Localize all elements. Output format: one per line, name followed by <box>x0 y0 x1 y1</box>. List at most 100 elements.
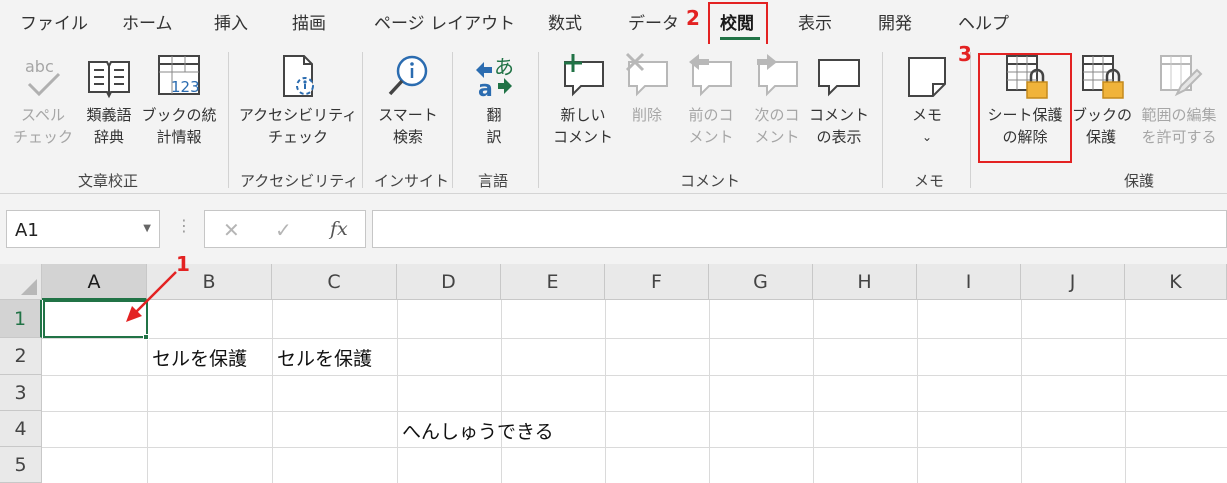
enter-icon[interactable]: ✓ <box>275 218 292 242</box>
spelling-button[interactable]: abc スペル チェック <box>12 52 74 148</box>
column-header-f[interactable]: F <box>605 264 709 300</box>
tab-data[interactable]: データ <box>628 9 679 34</box>
cell-d4[interactable]: へんしゅうできる <box>402 417 554 444</box>
gridline <box>501 300 502 483</box>
protect-workbook-label-1: ブックの <box>1072 106 1133 124</box>
workbook-statistics-button[interactable]: 123 ブックの統 計情報 <box>140 52 218 148</box>
previous-comment-button[interactable]: 前のコ メント <box>680 52 742 148</box>
menu-bar: ファイル ホーム 挿入 描画 ページ レイアウト 数式 データ 校閲 表示 開発… <box>0 0 1227 44</box>
protect-workbook-label-2: 保護 <box>1085 128 1116 146</box>
group-separator <box>970 52 971 188</box>
column-header-i[interactable]: I <box>917 264 1021 300</box>
accessibility-label-2: チェック <box>267 128 328 146</box>
fill-handle[interactable] <box>143 334 149 340</box>
gridline <box>42 447 1227 448</box>
group-separator <box>362 52 363 188</box>
translate-label-2: 訳 <box>486 128 502 146</box>
tab-file[interactable]: ファイル <box>20 9 88 34</box>
smart-lookup-icon <box>388 55 428 96</box>
group-label-insights: インサイト <box>374 172 450 190</box>
select-all-button[interactable] <box>0 264 42 300</box>
column-header-j[interactable]: J <box>1021 264 1125 300</box>
tab-home[interactable]: ホーム <box>122 9 173 34</box>
row-header-5[interactable]: 5 <box>0 447 42 483</box>
group-separator <box>452 52 453 188</box>
group-separator <box>882 52 883 188</box>
cancel-icon[interactable]: ✕ <box>223 218 240 242</box>
gridline <box>1021 300 1022 483</box>
next-comment-button[interactable]: 次のコ メント <box>746 52 808 148</box>
tab-view[interactable]: 表示 <box>798 9 832 34</box>
smart-lookup-button[interactable]: スマート 検索 <box>370 52 446 148</box>
column-header-d[interactable]: D <box>397 264 501 300</box>
gridline <box>397 300 398 483</box>
allow-edit-ranges-button[interactable]: 範囲の編集 を許可する <box>1134 52 1224 148</box>
smart-lookup-label-2: 検索 <box>392 128 423 146</box>
group-label-proofing: 文章校正 <box>78 172 139 190</box>
previous-comment-label-2: メント <box>688 128 734 146</box>
show-comments-button[interactable]: コメント の表示 <box>808 52 870 148</box>
column-header-e[interactable]: E <box>501 264 605 300</box>
tab-help[interactable]: ヘルプ <box>958 9 1009 34</box>
gridline <box>917 300 918 483</box>
new-comment-icon <box>564 54 604 97</box>
gridline <box>1125 300 1126 483</box>
smart-lookup-label-1: スマート <box>378 106 438 124</box>
delete-label: 削除 <box>631 106 662 124</box>
row-header-3[interactable]: 3 <box>0 375 42 411</box>
column-header-k[interactable]: K <box>1125 264 1227 300</box>
translate-button[interactable]: あ a 翻 訳 <box>462 52 526 148</box>
translate-label-1: 翻 <box>486 106 502 124</box>
group-separator <box>228 52 229 188</box>
cell-b2[interactable]: セルを保護 <box>152 344 247 371</box>
gridline <box>272 300 273 483</box>
show-comments-label-2: の表示 <box>816 128 862 146</box>
tab-developer[interactable]: 開発 <box>878 9 912 34</box>
row-header-4[interactable]: 4 <box>0 411 42 447</box>
row-header-1[interactable]: 1 <box>0 300 42 338</box>
new-comment-button[interactable]: 新しい コメント <box>548 52 618 148</box>
chevron-down-icon[interactable]: ▼ <box>143 223 151 234</box>
allow-edit-ranges-label-1: 範囲の編集 <box>1141 106 1217 124</box>
check-accessibility-button[interactable]: アクセシビリティ チェック <box>238 52 358 148</box>
book-icon <box>88 61 130 99</box>
annotation-box-review-tab <box>708 2 768 50</box>
more-dots-icon: ⋮ <box>176 216 192 235</box>
column-header-c[interactable]: C <box>272 264 397 300</box>
column-header-g[interactable]: G <box>709 264 813 300</box>
gridline <box>42 375 1227 376</box>
tab-page-layout[interactable]: ページ レイアウト <box>374 9 515 34</box>
group-label-accessibility: アクセシビリティ <box>240 172 359 190</box>
tab-draw[interactable]: 描画 <box>292 9 326 34</box>
note-icon <box>908 57 946 97</box>
previous-comment-icon <box>689 54 732 97</box>
chevron-down-icon: ⌄ <box>921 130 933 144</box>
group-separator <box>538 52 539 188</box>
workbook-statistics-label-1: ブックの統 <box>141 106 217 124</box>
cell-c2[interactable]: セルを保護 <box>277 344 372 371</box>
thesaurus-label-2: 辞典 <box>93 128 124 146</box>
thesaurus-label-1: 類義語 <box>86 106 132 124</box>
workbook-statistics-icon: 123 <box>158 55 200 96</box>
tab-formulas[interactable]: 数式 <box>548 9 582 34</box>
name-box[interactable]: A1 ▼ <box>6 210 160 248</box>
gridline <box>42 411 1227 412</box>
formula-buttons: ✕ ✓ fx <box>204 210 366 248</box>
next-comment-icon <box>757 54 798 97</box>
row-header-2[interactable]: 2 <box>0 338 42 375</box>
formula-input[interactable] <box>372 210 1227 248</box>
new-comment-label-1: 新しい <box>560 106 606 124</box>
svg-text:123: 123 <box>171 78 200 96</box>
annotation-arrow-icon <box>126 271 177 322</box>
insert-function-icon[interactable]: fx <box>330 218 348 240</box>
notes-button[interactable]: メモ ⌄ <box>900 52 954 148</box>
next-comment-label-1: 次のコ <box>754 106 800 124</box>
thesaurus-button[interactable]: 類義語 辞典 <box>78 52 140 148</box>
show-comments-label-1: コメント <box>808 106 869 124</box>
spelling-label-1: スペル <box>21 106 65 124</box>
column-header-h[interactable]: H <box>813 264 917 300</box>
tab-insert[interactable]: 挿入 <box>214 9 248 34</box>
group-label-notes: メモ <box>914 172 945 190</box>
delete-comment-button[interactable]: 削除 <box>620 52 674 126</box>
protect-workbook-button[interactable]: ブックの 保護 <box>1072 52 1133 148</box>
